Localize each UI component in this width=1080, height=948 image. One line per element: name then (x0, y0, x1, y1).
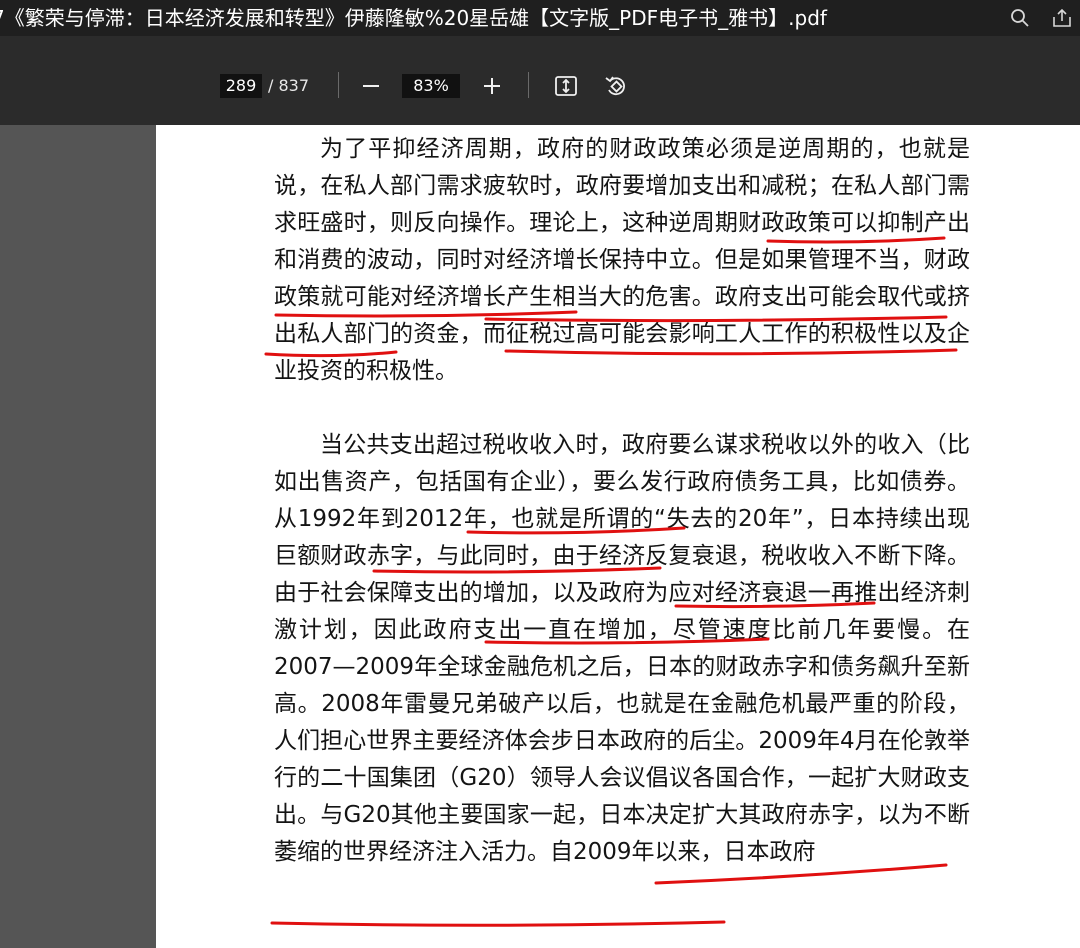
toolbar-divider (338, 72, 339, 98)
zoom-level[interactable]: 83% (402, 74, 460, 98)
zoom-in-icon[interactable] (478, 72, 506, 100)
pdf-toolbar: 289 / 837 83% (0, 36, 1080, 125)
underline (270, 920, 726, 927)
share-icon[interactable] (1050, 6, 1074, 30)
fit-page-icon[interactable] (552, 72, 580, 100)
paragraph-2: 当公共支出超过税收收入时，政府要么谋求税收以外的收入（比如出售资产，包括国有企业… (274, 432, 970, 865)
total-pages: / 837 (268, 76, 310, 95)
side-panel (0, 125, 156, 948)
toolbar-divider (528, 72, 529, 98)
title-bar: 7《繁荣与停滞：日本经济发展和转型》伊藤隆敏%20星岳雄【文字版_PDF电子书_… (0, 0, 1080, 36)
paragraph-1: 为了平抑经济周期，政府的财政政策必须是逆周期的，也就是说，在私人部门需求疲软时，… (274, 136, 970, 384)
page-number-input[interactable]: 289 (220, 74, 262, 98)
document-title: 7《繁荣与停滞：日本经济发展和转型》伊藤隆敏%20星岳雄【文字版_PDF电子书_… (0, 6, 827, 30)
rotate-icon[interactable] (602, 72, 630, 100)
pdf-page: 为了平抑经济周期，政府的财政政策必须是逆周期的，也就是说，在私人部门需求疲软时，… (156, 125, 1080, 948)
zoom-out-icon[interactable] (357, 72, 385, 100)
search-icon[interactable] (1008, 6, 1032, 30)
